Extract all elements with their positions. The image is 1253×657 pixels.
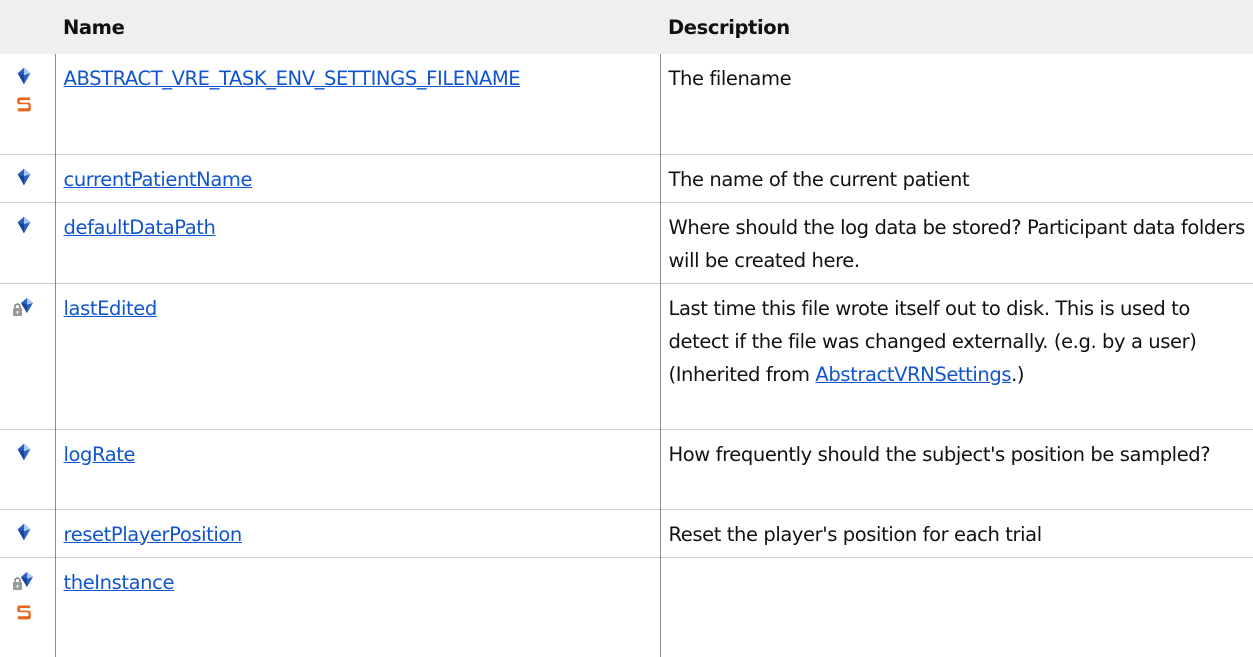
member-name-cell: logRate	[54, 428, 660, 509]
member-link[interactable]: defaultDataPath	[64, 216, 216, 239]
description-column-header: Description	[660, 0, 1253, 54]
member-link[interactable]: lastEdited	[64, 297, 158, 320]
public-field-icon	[15, 168, 55, 186]
public-field-icon	[15, 216, 55, 234]
member-icons	[0, 508, 55, 557]
member-link[interactable]: ABSTRACT_VRE_TASK_ENV_SETTINGS_FILENAME	[64, 67, 521, 90]
header-row: Name Description	[0, 0, 1253, 54]
member-name-cell: lastEdited	[54, 282, 660, 429]
table-row: lastEdited Last time this file wrote its…	[0, 282, 1253, 429]
member-name-cell: theInstance	[54, 556, 660, 657]
member-icons	[0, 282, 55, 429]
table-row: currentPatientName The name of the curre…	[0, 153, 1253, 202]
table-row: ABSTRACT_VRE_TASK_ENV_SETTINGS_FILENAME …	[0, 54, 1253, 154]
static-icon	[15, 95, 55, 113]
member-link[interactable]: currentPatientName	[64, 168, 253, 191]
member-icons	[0, 54, 55, 154]
member-description-cell	[659, 556, 1253, 657]
table-row: logRate How frequently should the subjec…	[0, 428, 1253, 509]
member-name-cell: resetPlayerPosition	[54, 508, 660, 557]
member-description-cell: The name of the current patient	[659, 153, 1253, 202]
member-description-cell: The filename	[659, 54, 1253, 154]
icon-column-header	[0, 0, 55, 54]
member-link[interactable]: resetPlayerPosition	[64, 523, 243, 546]
inherited-from-link[interactable]: AbstractVRNSettings	[815, 363, 1011, 386]
member-icons	[0, 201, 55, 283]
public-field-icon	[15, 443, 55, 461]
public-field-icon	[15, 67, 55, 85]
member-icons	[0, 556, 55, 657]
member-name-cell: ABSTRACT_VRE_TASK_ENV_SETTINGS_FILENAME	[54, 54, 660, 154]
member-link[interactable]: logRate	[64, 443, 136, 466]
description-text-end: .)	[1011, 362, 1025, 386]
table-row: theInstance	[0, 556, 1253, 657]
member-description-cell: Where should the log data be stored? Par…	[659, 201, 1253, 283]
member-name-cell: defaultDataPath	[54, 201, 660, 283]
member-description-cell: Reset the player's position for each tri…	[659, 508, 1253, 557]
member-link[interactable]: theInstance	[64, 571, 175, 594]
member-name-cell: currentPatientName	[54, 153, 660, 202]
member-icons	[0, 153, 55, 202]
protected-field-icon	[12, 571, 55, 593]
table-row: defaultDataPath Where should the log dat…	[0, 201, 1253, 283]
members-table: Name Description ABSTRACT_VRE_TASK_ENV_S…	[0, 0, 1253, 657]
protected-field-icon	[12, 297, 55, 319]
name-column-header: Name	[55, 0, 660, 54]
member-description-cell: Last time this file wrote itself out to …	[659, 282, 1253, 429]
table-row: resetPlayerPosition Reset the player's p…	[0, 508, 1253, 557]
public-field-icon	[15, 523, 55, 541]
member-icons	[0, 428, 55, 509]
member-description-cell: How frequently should the subject's posi…	[659, 428, 1253, 509]
static-icon	[12, 603, 55, 621]
